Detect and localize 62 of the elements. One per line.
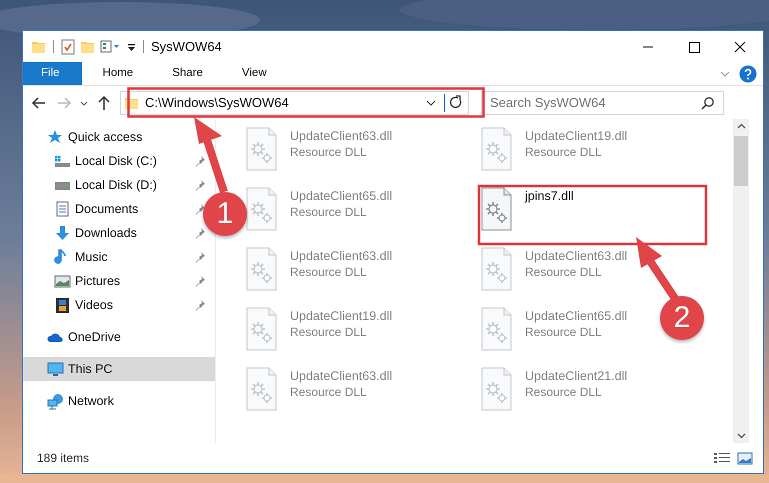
pin-icon[interactable] [194,203,206,215]
pin-icon[interactable] [194,179,206,191]
settings-file-icon [246,367,277,411]
pictures-icon [54,272,71,290]
pin-icon[interactable] [194,155,206,167]
nav-item[interactable]: Local Disk (C:) [23,149,157,173]
videos-icon [54,296,71,314]
file-item[interactable]: UpdateClient19.dll Resource DLL [481,127,628,171]
window-title: SysWOW64 [151,39,222,54]
file-item[interactable]: jpins7.dll [481,187,574,231]
file-item[interactable]: UpdateClient65.dll Resource DLL [246,187,392,231]
help-icon[interactable] [739,64,757,82]
pin-icon[interactable] [194,275,206,287]
nav-item[interactable]: Documents [23,197,138,221]
ribbon-tab[interactable]: Home [82,62,152,85]
network-icon [47,392,64,410]
file-item[interactable]: UpdateClient63.dll Resource DLL [481,247,628,291]
scrollbar[interactable] [733,119,749,443]
nav-item[interactable]: Music [23,245,108,269]
documents-icon [54,200,71,218]
file-item[interactable]: UpdateClient63.dll Resource DLL [246,247,392,291]
settings-file-icon [246,247,277,291]
downloads-icon [54,224,71,242]
settings-file-icon [481,247,512,291]
ribbon-tab[interactable]: View [220,62,285,85]
view-icon[interactable] [100,39,122,54]
file-item[interactable]: UpdateClient65.dll Resource DLL [481,307,628,351]
item-count: 189 items [37,451,90,465]
star-icon [47,128,64,146]
folder-icon [31,39,46,54]
pin-icon[interactable] [194,227,206,239]
search-icon[interactable] [701,96,715,110]
ribbon-tab[interactable]: Share [151,62,221,85]
search-field[interactable]: Search SysWOW64 [481,90,724,114]
details-view-icon[interactable] [713,451,731,465]
file-item[interactable]: UpdateClient21.dll Resource DLL [481,367,628,411]
nav-item[interactable]: Downloads [23,221,137,245]
settings-file-icon [481,367,512,411]
settings-file-icon [481,187,512,231]
nav-item[interactable]: Quick access [23,125,142,149]
file-item[interactable]: UpdateClient63.dll Resource DLL [246,127,392,171]
settings-file-icon [481,127,512,171]
nav-item[interactable]: Network [23,389,114,413]
large-icons-view-icon[interactable] [737,451,753,465]
address-field[interactable]: C:\Windows\SysWOW64 [120,90,469,114]
file-item[interactable]: UpdateClient19.dll Resource DLL [246,307,392,351]
ribbon-tab[interactable]: File [23,62,82,85]
nav-item[interactable]: Local Disk (D:) [23,173,157,197]
settings-file-icon [246,307,277,351]
nav-item[interactable]: Pictures [23,269,120,293]
properties-icon[interactable] [61,38,75,54]
pin-icon[interactable] [194,299,206,311]
settings-file-icon [481,307,512,351]
settings-file-icon [246,127,277,171]
file-item[interactable]: UpdateClient63.dll Resource DLL [246,367,392,411]
nav-item[interactable]: OneDrive [23,325,121,349]
pc-icon [47,360,64,378]
nav-item[interactable]: This PC [23,357,215,381]
settings-file-icon [246,187,277,231]
pin-icon[interactable] [194,251,206,263]
nav-item[interactable]: Videos [23,293,113,317]
scroll-thumb[interactable] [734,136,748,186]
